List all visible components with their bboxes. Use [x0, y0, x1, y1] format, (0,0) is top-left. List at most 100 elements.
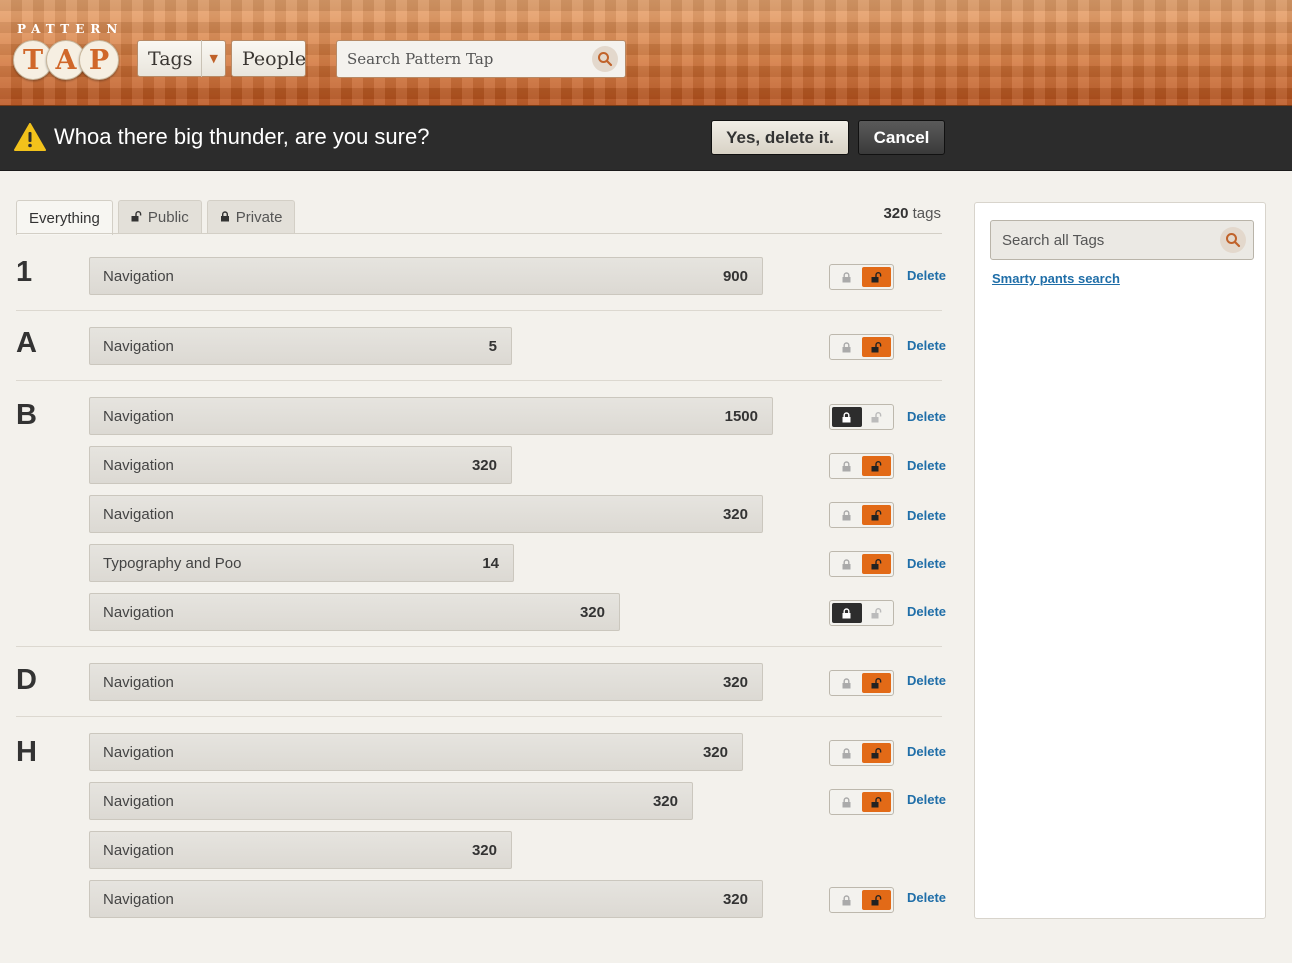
logo-letter-p: P [79, 40, 119, 80]
smarty-search-link[interactable]: Smarty pants search [992, 271, 1120, 286]
privacy-toggle[interactable] [829, 264, 894, 290]
delete-link[interactable]: Delete [907, 508, 946, 523]
unlocked-icon[interactable] [861, 673, 891, 693]
unlocked-icon[interactable] [861, 554, 891, 574]
tag-count-value: 320 [579, 603, 605, 621]
lock-icon[interactable] [832, 505, 862, 525]
delete-link[interactable]: Delete [907, 409, 946, 424]
chevron-down-icon[interactable]: ▼ [202, 52, 225, 65]
warning-icon [14, 123, 46, 156]
privacy-toggle[interactable] [829, 453, 894, 479]
tag-count-value: 5 [488, 337, 497, 355]
unlocked-icon[interactable] [862, 407, 892, 427]
tag-row[interactable]: Typography and Poo 14 [89, 544, 514, 582]
tab-label: Private [235, 209, 283, 226]
tag-name: Navigation [103, 603, 174, 621]
delete-link[interactable]: Delete [907, 673, 946, 688]
tab-label: Everything [29, 209, 100, 227]
tag-row[interactable]: Navigation 320 [89, 880, 763, 918]
tag-count-number: 320 [883, 205, 909, 222]
lock-icon[interactable] [832, 603, 862, 623]
delete-link[interactable]: Delete [907, 890, 946, 905]
tag-name: Navigation [103, 841, 174, 859]
lock-icon [220, 210, 230, 225]
tag-name: Navigation [103, 792, 174, 810]
tag-name: Navigation [103, 407, 174, 425]
tag-search [990, 220, 1254, 260]
tags-nav-button[interactable]: Tags ▼ [137, 40, 226, 77]
tab-public[interactable]: Public [117, 200, 202, 234]
search-icon[interactable] [1220, 227, 1246, 253]
tag-search-input[interactable] [991, 221, 1220, 259]
tag-row[interactable]: Navigation 320 [89, 663, 763, 701]
privacy-toggle[interactable] [829, 404, 894, 430]
tag-row[interactable]: Navigation 5 [89, 327, 512, 365]
unlocked-icon[interactable] [862, 603, 892, 623]
unlocked-icon[interactable] [861, 456, 891, 476]
tag-row[interactable]: Navigation 1500 [89, 397, 773, 435]
section-letter: 1 [16, 256, 33, 288]
unlocked-icon[interactable] [861, 792, 891, 812]
tag-count-value: 320 [722, 673, 748, 691]
unlocked-icon[interactable] [861, 890, 891, 910]
header: PATTERN T A P Tags ▼ People [0, 0, 1292, 106]
tag-name: Navigation [103, 267, 174, 285]
logo[interactable]: T A P [13, 40, 119, 80]
lock-icon[interactable] [832, 890, 862, 910]
tag-name: Navigation [103, 505, 174, 523]
tag-name: Navigation [103, 673, 174, 691]
privacy-toggle[interactable] [829, 887, 894, 913]
tag-row[interactable]: Navigation 320 [89, 831, 512, 869]
people-nav-button[interactable]: People [231, 40, 306, 77]
logo-wordmark[interactable]: PATTERN [17, 22, 123, 36]
privacy-toggle[interactable] [829, 740, 894, 766]
tag-row[interactable]: Navigation 320 [89, 593, 620, 631]
tag-name: Navigation [103, 890, 174, 908]
search-icon[interactable] [592, 46, 618, 72]
lock-icon[interactable] [832, 792, 862, 812]
header-search-input[interactable] [337, 41, 592, 77]
privacy-toggle[interactable] [829, 334, 894, 360]
cancel-button[interactable]: Cancel [858, 120, 945, 155]
tag-row[interactable]: Navigation 320 [89, 782, 693, 820]
confirm-message: Whoa there big thunder, are you sure? [54, 124, 430, 149]
lock-icon[interactable] [832, 554, 862, 574]
section-letter: D [16, 664, 37, 696]
unlocked-icon[interactable] [861, 267, 891, 287]
tag-row[interactable]: Navigation 320 [89, 446, 512, 484]
unlocked-icon[interactable] [861, 743, 891, 763]
delete-link[interactable]: Delete [907, 338, 946, 353]
tab-label: Public [147, 209, 189, 226]
lock-icon[interactable] [832, 337, 862, 357]
tags-nav-label: Tags [148, 47, 193, 70]
delete-link[interactable]: Delete [907, 604, 946, 619]
confirm-delete-button[interactable]: Yes, delete it. [711, 120, 849, 155]
delete-link[interactable]: Delete [907, 268, 946, 283]
lock-icon[interactable] [832, 407, 862, 427]
delete-link[interactable]: Delete [907, 458, 946, 473]
privacy-toggle[interactable] [829, 551, 894, 577]
tag-row[interactable]: Navigation 320 [89, 733, 743, 771]
delete-link[interactable]: Delete [907, 792, 946, 807]
sidebar-panel: Smarty pants search [974, 202, 1266, 919]
tag-row[interactable]: Navigation 320 [89, 495, 763, 533]
lock-icon[interactable] [832, 673, 862, 693]
header-search [336, 40, 626, 78]
lock-icon[interactable] [832, 267, 862, 287]
divider [16, 310, 942, 311]
lock-icon[interactable] [832, 743, 862, 763]
privacy-toggle[interactable] [829, 600, 894, 626]
privacy-toggle[interactable] [829, 502, 894, 528]
unlocked-icon[interactable] [861, 337, 891, 357]
delete-link[interactable]: Delete [907, 556, 946, 571]
section-letter: H [16, 736, 37, 768]
tag-row[interactable]: Navigation 900 [89, 257, 763, 295]
privacy-toggle[interactable] [829, 789, 894, 815]
unlocked-icon[interactable] [861, 505, 891, 525]
tab-everything[interactable]: Everything [16, 200, 113, 235]
privacy-toggle[interactable] [829, 670, 894, 696]
delete-link[interactable]: Delete [907, 744, 946, 759]
lock-icon[interactable] [832, 456, 862, 476]
tab-private[interactable]: Private [206, 200, 296, 234]
tag-name: Navigation [103, 456, 174, 474]
